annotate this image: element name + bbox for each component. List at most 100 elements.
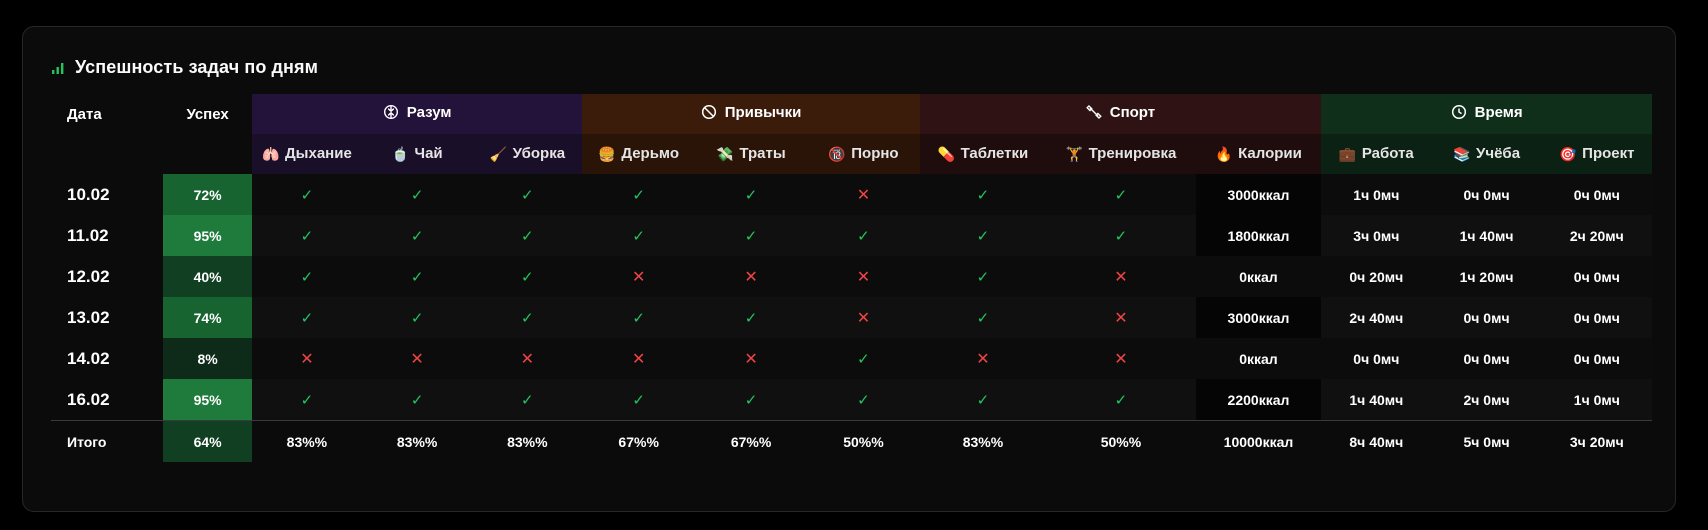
row-project: 0ч 0мч [1541, 174, 1652, 215]
row-study: 0ч 0мч [1431, 174, 1542, 215]
task-cell[interactable]: ✓ [472, 379, 583, 421]
task-cell[interactable]: ✓ [582, 379, 695, 421]
check-icon: ✓ [521, 309, 534, 327]
totals-value: 50%% [1046, 420, 1196, 462]
cross-icon: ✕ [744, 350, 758, 368]
subheader-traty[interactable]: 💸 Траты [694, 134, 808, 174]
task-cell[interactable]: ✕ [1046, 297, 1196, 338]
task-cell[interactable]: ✓ [251, 297, 362, 338]
subheader-label: Дыхание [284, 145, 352, 163]
task-cell[interactable]: ✓ [472, 215, 583, 256]
date-column-header[interactable]: Дата [51, 94, 164, 134]
subheader-trenirovka[interactable]: 🏋 Тренировка [1046, 134, 1196, 174]
cross-icon: ✕ [300, 350, 314, 368]
task-cell[interactable]: ✓ [582, 297, 695, 338]
totals-row: Итого 64% 83%% 83%% 83%% 67%% 67%% 50%% 83%% 50%%… [51, 420, 1652, 462]
row-date: 10.02 [51, 174, 164, 215]
subheader-rabota[interactable]: 💼 Работа [1321, 134, 1432, 174]
card-header: Успешность задач по дням [51, 57, 318, 78]
task-cell[interactable]: ✓ [694, 297, 808, 338]
row-project: 0ч 0мч [1541, 256, 1652, 297]
check-icon: ✓ [744, 309, 758, 327]
row-calories: 2200ккал [1195, 379, 1322, 421]
check-icon: ✓ [300, 227, 314, 245]
task-cell[interactable]: ✕ [694, 338, 808, 379]
group-header-razum: Разум [251, 94, 583, 134]
task-cell[interactable]: ✓ [362, 297, 473, 338]
target-icon: 🎯 [1559, 145, 1577, 162]
group-label: Спорт [1109, 103, 1156, 121]
check-icon: ✓ [632, 227, 645, 245]
subheader-kalorii[interactable]: 🔥 Калории [1195, 134, 1322, 174]
task-cell[interactable]: ✓ [362, 215, 473, 256]
task-cell[interactable]: ✕ [807, 256, 920, 297]
task-cell[interactable]: ✓ [1046, 379, 1196, 421]
task-cell[interactable]: ✓ [362, 256, 473, 297]
task-cell[interactable]: ✓ [694, 215, 808, 256]
totals-value: 83%% [919, 420, 1047, 462]
subheader-proekt[interactable]: 🎯 Проект [1541, 134, 1652, 174]
subheader-label: Порно [851, 145, 899, 163]
task-cell[interactable]: ✓ [919, 174, 1047, 215]
task-cell[interactable]: ✓ [472, 174, 583, 215]
subheader-tabletki[interactable]: 💊 Таблетки [919, 134, 1047, 174]
task-cell[interactable]: ✕ [807, 297, 920, 338]
subheader-ucheba[interactable]: 📚 Учёба [1431, 134, 1542, 174]
task-cell[interactable]: ✕ [251, 338, 362, 379]
task-cell[interactable]: ✓ [1046, 174, 1196, 215]
task-cell[interactable]: ✓ [251, 256, 362, 297]
tea-icon: 🍵 [391, 145, 409, 162]
task-cell[interactable]: ✕ [919, 338, 1047, 379]
task-cell[interactable]: ✓ [694, 379, 808, 421]
books-icon: 📚 [1453, 145, 1471, 162]
row-study: 0ч 0мч [1431, 338, 1542, 379]
task-cell[interactable]: ✓ [694, 174, 808, 215]
task-cell[interactable]: ✕ [472, 338, 583, 379]
task-cell[interactable]: ✓ [807, 338, 920, 379]
subheader-dermo[interactable]: 🍔 Дерьмо [582, 134, 695, 174]
totals-value: 83%% [251, 420, 362, 462]
task-cell[interactable]: ✓ [251, 215, 362, 256]
task-cell[interactable]: ✕ [582, 338, 695, 379]
ban-icon [701, 105, 716, 120]
task-cell[interactable]: ✓ [362, 174, 473, 215]
task-cell[interactable]: ✓ [582, 174, 695, 215]
tasks-table: Дата Успех Разум Привычки Спорт Время 🫁 … [51, 94, 1652, 462]
task-cell[interactable]: ✓ [1046, 215, 1196, 256]
check-icon: ✓ [410, 309, 424, 327]
task-cell[interactable]: ✕ [1046, 338, 1196, 379]
task-cell[interactable]: ✓ [807, 379, 920, 421]
subheader-uborka[interactable]: 🧹 Уборка [472, 134, 583, 174]
cross-icon: ✕ [856, 268, 871, 286]
row-work: 0ч 20мч [1321, 256, 1432, 297]
subheader-dyhanie[interactable]: 🫁 Дыхание [251, 134, 362, 174]
task-cell[interactable]: ✕ [1046, 256, 1196, 297]
task-cell[interactable]: ✓ [919, 379, 1047, 421]
success-column-header[interactable]: Успех [163, 94, 252, 134]
table-row: 13.02 74% ✓ ✓ ✓ ✓ ✓ ✕ ✓ ✕ 3000ккал 2ч 40мч 0ч 0мч 0ч … [51, 297, 1652, 338]
row-date: 12.02 [51, 256, 164, 297]
subheader-row: 🫁 Дыхание 🍵 Чай 🧹 Уборка 🍔 Дерьмо 💸 Траты 🔞 По… [51, 134, 1652, 174]
subheader-chai[interactable]: 🍵 Чай [362, 134, 473, 174]
totals-success: 64% [163, 420, 252, 462]
task-cell[interactable]: ✓ [362, 379, 473, 421]
task-cell[interactable]: ✓ [472, 256, 583, 297]
task-cell[interactable]: ✓ [582, 215, 695, 256]
task-cell[interactable]: ✕ [694, 256, 808, 297]
subheader-porno[interactable]: 🔞 Порно [807, 134, 920, 174]
task-cell[interactable]: ✓ [919, 215, 1047, 256]
task-cell[interactable]: ✕ [582, 256, 695, 297]
table-row: 14.02 8% ✕ ✕ ✕ ✕ ✕ ✓ ✕ ✕ 0ккал 0ч 0мч 0ч 0мч 0ч 0мч [51, 338, 1652, 379]
cross-icon: ✕ [856, 309, 871, 327]
row-study: 0ч 0мч [1431, 297, 1542, 338]
task-cell[interactable]: ✓ [919, 297, 1047, 338]
task-cell[interactable]: ✓ [472, 297, 583, 338]
task-cell[interactable]: ✓ [919, 256, 1047, 297]
task-cell[interactable]: ✓ [251, 174, 362, 215]
subheader-label: Тренировка [1088, 145, 1177, 163]
task-cell[interactable]: ✓ [807, 215, 920, 256]
row-date: 14.02 [51, 338, 164, 379]
task-cell[interactable]: ✕ [807, 174, 920, 215]
task-cell[interactable]: ✕ [362, 338, 473, 379]
task-cell[interactable]: ✓ [251, 379, 362, 421]
